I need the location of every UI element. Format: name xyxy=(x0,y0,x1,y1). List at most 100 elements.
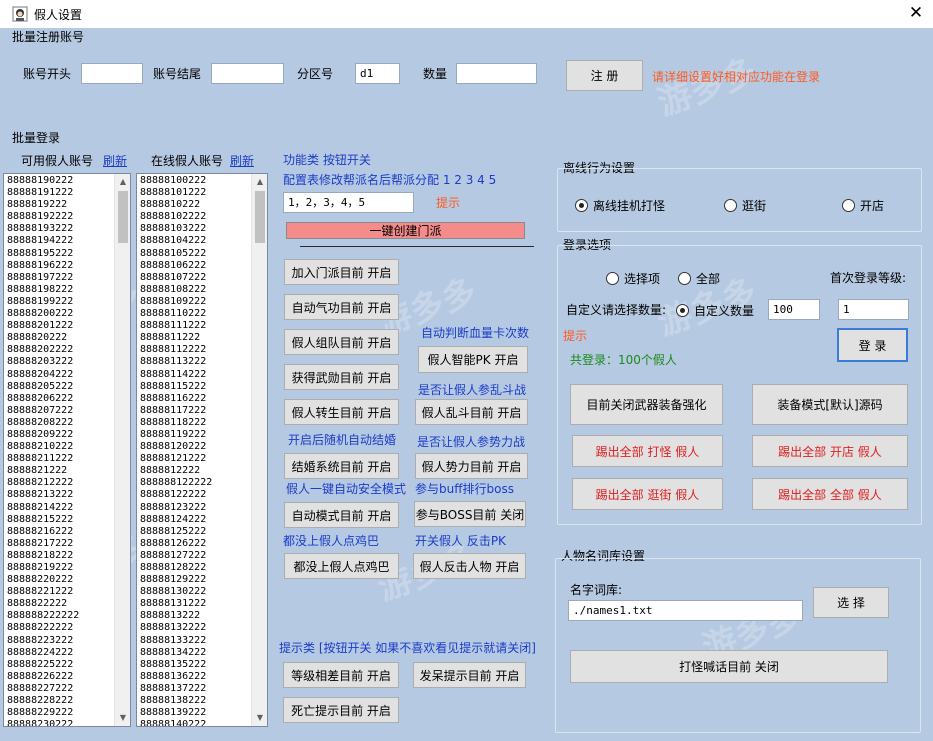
list-item[interactable]: 88888105222 xyxy=(140,248,212,260)
list-item[interactable]: 88888107222 xyxy=(140,272,212,284)
list-item[interactable]: 88888224222 xyxy=(7,647,79,659)
online-list-scrollbar[interactable]: ▲ ▼ xyxy=(251,174,267,726)
list-item[interactable]: 8888822222 xyxy=(7,598,79,610)
list-item[interactable]: 88888218222 xyxy=(7,550,79,562)
list-item[interactable]: 88888228222 xyxy=(7,695,79,707)
list-item[interactable]: 8888821222 xyxy=(7,465,79,477)
list-item[interactable]: 88888113222 xyxy=(140,356,212,368)
list-item[interactable]: 88888208222 xyxy=(7,417,79,429)
marriage-toggle[interactable]: 结婚系统目前 开启 xyxy=(284,453,399,479)
login-button[interactable]: 登 录 xyxy=(837,328,908,362)
list-item[interactable]: 88888205222 xyxy=(7,381,79,393)
list-item[interactable]: 88888225222 xyxy=(7,659,79,671)
list-item[interactable]: 88888128222 xyxy=(140,562,212,574)
auto-qigong-toggle[interactable]: 自动气功目前 开启 xyxy=(284,294,399,320)
auto-mode-toggle[interactable]: 自动模式目前 开启 xyxy=(284,502,399,528)
account-end-input[interactable] xyxy=(211,63,284,84)
list-item[interactable]: 88888138222 xyxy=(140,695,212,707)
account-start-input[interactable] xyxy=(81,63,143,84)
list-item[interactable]: 8888820222 xyxy=(7,332,79,344)
smart-pk-toggle[interactable]: 假人智能PK 开启 xyxy=(418,346,528,373)
list-item[interactable]: 88888212222 xyxy=(7,477,79,489)
scroll-thumb[interactable] xyxy=(118,191,128,243)
list-item[interactable]: 88888193222 xyxy=(7,223,79,235)
list-item[interactable]: 88888101222 xyxy=(140,187,212,199)
list-item[interactable]: 88888111222 xyxy=(140,320,212,332)
list-item[interactable]: 88888104222 xyxy=(140,235,212,247)
kick-farm-button[interactable]: 踢出全部 打怪 假人 xyxy=(572,435,723,467)
list-item[interactable]: 88888136222 xyxy=(140,671,212,683)
list-item[interactable]: 88888198222 xyxy=(7,284,79,296)
list-item[interactable]: 88888100222 xyxy=(140,175,212,187)
list-item[interactable]: 88888196222 xyxy=(7,260,79,272)
list-item[interactable]: 88888103222 xyxy=(140,223,212,235)
list-item[interactable]: 888888222222 xyxy=(7,610,79,622)
list-item[interactable]: 88888197222 xyxy=(7,272,79,284)
list-item[interactable]: 88888126222 xyxy=(140,538,212,550)
list-item[interactable]: 88888127222 xyxy=(140,550,212,562)
list-item[interactable]: 88888206222 xyxy=(7,393,79,405)
list-item[interactable]: 88888108222 xyxy=(140,284,212,296)
list-item[interactable]: 88888112222 xyxy=(140,344,212,356)
list-item[interactable]: 88888226222 xyxy=(7,671,79,683)
list-item[interactable]: 88888134222 xyxy=(140,647,212,659)
list-item[interactable]: 88888204222 xyxy=(7,369,79,381)
kick-all-button[interactable]: 踢出全部 全部 假人 xyxy=(752,478,908,510)
list-item[interactable]: 88888229222 xyxy=(7,707,79,719)
login-radio-all[interactable]: 全部 xyxy=(678,270,720,287)
list-item[interactable]: 88888106222 xyxy=(140,260,212,272)
list-item[interactable]: 88888207222 xyxy=(7,405,79,417)
list-item[interactable]: 88888199222 xyxy=(7,296,79,308)
kick-shop-button[interactable]: 踢出全部 开店 假人 xyxy=(752,435,908,467)
list-item[interactable]: 88888194222 xyxy=(7,235,79,247)
list-item[interactable]: 88888230222 xyxy=(7,719,79,726)
list-item[interactable]: 88888135222 xyxy=(140,659,212,671)
list-item[interactable]: 88888137222 xyxy=(140,683,212,695)
list-item[interactable]: 88888129222 xyxy=(140,574,212,586)
login-radio-custom[interactable]: 自定义数量 xyxy=(676,302,754,319)
list-item[interactable]: 88888132222 xyxy=(140,622,212,634)
list-item[interactable]: 88888190222 xyxy=(7,175,79,187)
scroll-down-icon[interactable]: ▼ xyxy=(115,710,130,726)
melee-toggle[interactable]: 假人乱斗目前 开启 xyxy=(415,399,528,425)
list-item[interactable]: 88888140222 xyxy=(140,719,212,726)
list-item[interactable]: 88888210222 xyxy=(7,441,79,453)
online-accounts-list[interactable]: 88888100222 88888101222 8888810222 88888102… xyxy=(136,173,268,727)
list-item[interactable]: 88888227222 xyxy=(7,683,79,695)
list-item[interactable]: 88888200222 xyxy=(7,308,79,320)
list-item[interactable]: 88888114222 xyxy=(140,369,212,381)
list-item[interactable]: 8888811222 xyxy=(140,332,212,344)
list-item[interactable]: 88888109222 xyxy=(140,296,212,308)
list-item[interactable]: 88888214222 xyxy=(7,502,79,514)
idle-tip-toggle[interactable]: 发呆提示目前 开启 xyxy=(413,662,526,688)
count-input[interactable] xyxy=(456,63,537,84)
available-list-scrollbar[interactable]: ▲ ▼ xyxy=(114,174,130,726)
list-item[interactable]: 8888819222 xyxy=(7,199,79,211)
counter-attack-toggle[interactable]: 假人反击人物 开启 xyxy=(413,553,526,579)
choose-file-button[interactable]: 选 择 xyxy=(813,587,889,618)
list-item[interactable]: 88888215222 xyxy=(7,514,79,526)
list-item[interactable]: 88888120222 xyxy=(140,441,212,453)
scroll-thumb[interactable] xyxy=(255,191,265,243)
custom-count-input[interactable]: 100 xyxy=(768,299,820,320)
list-item[interactable]: 88888133222 xyxy=(140,635,212,647)
list-item[interactable]: 88888221222 xyxy=(7,586,79,598)
list-item[interactable]: 88888139222 xyxy=(140,707,212,719)
list-item[interactable]: 88888131222 xyxy=(140,598,212,610)
list-item[interactable]: 88888203222 xyxy=(7,356,79,368)
create-faction-button[interactable]: 一键创建门派 xyxy=(286,222,525,239)
shout-toggle[interactable]: 打怪喊话目前 关闭 xyxy=(570,650,888,683)
zone-input[interactable]: d1 xyxy=(355,63,400,84)
list-item[interactable]: 88888223222 xyxy=(7,635,79,647)
list-item[interactable]: 88888222222 xyxy=(7,622,79,634)
rebirth-toggle[interactable]: 假人转生目前 开启 xyxy=(284,399,399,425)
list-item[interactable]: 8888810222 xyxy=(140,199,212,211)
list-item[interactable]: 88888116222 xyxy=(140,393,212,405)
list-item[interactable]: 88888195222 xyxy=(7,248,79,260)
list-item[interactable]: 88888202222 xyxy=(7,344,79,356)
list-item[interactable]: 88888123222 xyxy=(140,502,212,514)
kick-stroll-button[interactable]: 踢出全部 逛街 假人 xyxy=(572,478,723,510)
list-item[interactable]: 88888119222 xyxy=(140,429,212,441)
list-item[interactable]: 88888220222 xyxy=(7,574,79,586)
equip-mode-button[interactable]: 装备模式[默认]源码 xyxy=(752,384,908,425)
